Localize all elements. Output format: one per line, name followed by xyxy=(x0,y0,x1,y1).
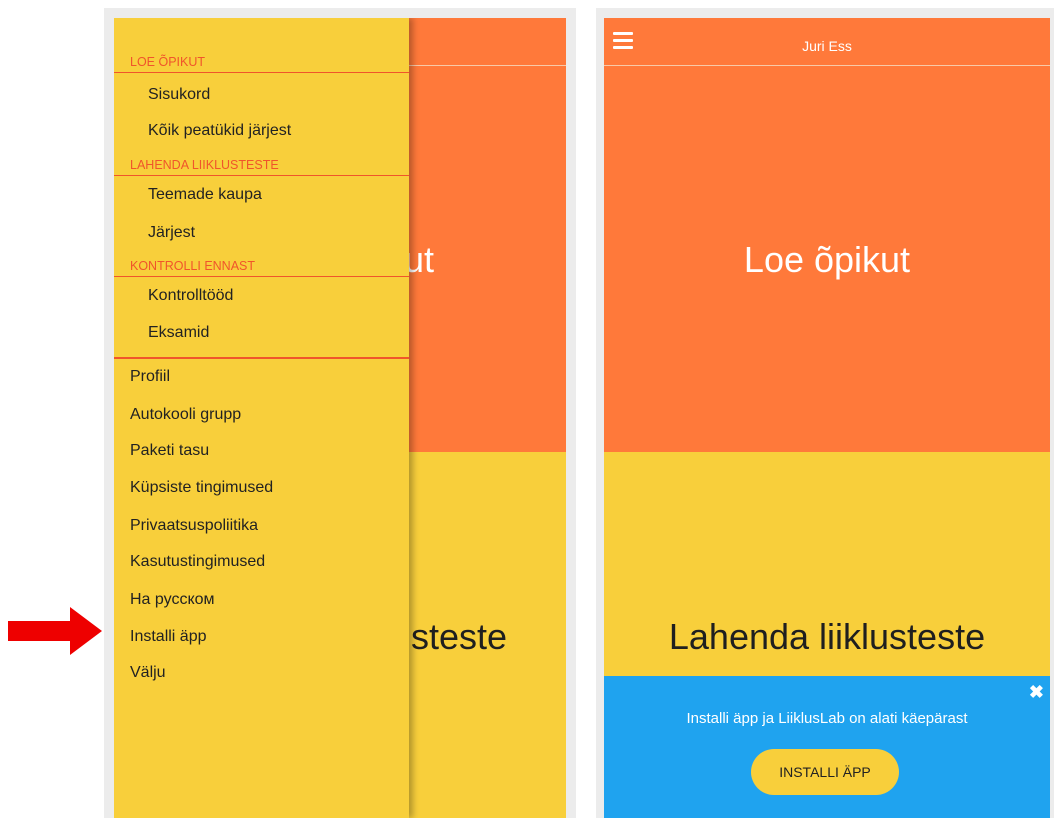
navigation-drawer: LOE ÕPIKUT Sisukord Kõik peatükid järjes… xyxy=(114,18,409,818)
menu-item-cookie-terms[interactable]: Küpsiste tingimused xyxy=(130,479,273,497)
red-arrow-icon xyxy=(8,607,102,655)
screenshot-root: ut steste LOE ÕPIKUT Sisukord Kõik peatü… xyxy=(0,0,1054,818)
install-app-button[interactable]: INSTALLI ÄPP xyxy=(751,749,899,795)
section-header-check: KONTROLLI ENNAST xyxy=(114,255,409,277)
menu-item-terms-of-use[interactable]: Kasutustingimused xyxy=(130,553,265,571)
menu-item-tests[interactable]: Kontrolltööd xyxy=(148,287,233,305)
solve-tests-title: Lahenda liiklusteste xyxy=(668,616,986,657)
drawer-divider xyxy=(114,357,409,359)
left-phone-frame: ut steste LOE ÕPIKUT Sisukord Kõik peatü… xyxy=(104,8,576,818)
read-textbook-title: Loe õpikut xyxy=(743,239,911,280)
menu-item-driving-school-group[interactable]: Autokooli grupp xyxy=(130,406,241,424)
left-phone-screen: ut steste LOE ÕPIKUT Sisukord Kõik peatü… xyxy=(114,18,566,818)
menu-item-all-chapters[interactable]: Kõik peatükid järjest xyxy=(148,122,291,140)
read-textbook-tile[interactable]: Juri Ess Loe õpikut xyxy=(604,18,1050,452)
menu-item-in-order[interactable]: Järjest xyxy=(148,224,195,242)
solve-tests-title-partial: steste xyxy=(411,616,508,657)
menu-item-by-topic[interactable]: Teemade kaupa xyxy=(148,186,262,204)
menu-item-sisukord[interactable]: Sisukord xyxy=(148,86,210,104)
menu-item-russian-language[interactable]: На русском xyxy=(130,591,215,609)
menu-item-profile[interactable]: Profiil xyxy=(130,368,170,386)
right-phone-frame: Juri Ess Loe õpikut Lahenda liiklusteste… xyxy=(596,8,1054,818)
install-app-banner: ✖ Installi äpp ja LiiklusLab on alati kä… xyxy=(604,676,1050,818)
header-divider xyxy=(604,65,1050,66)
install-banner-text: Installi äpp ja LiiklusLab on alati käep… xyxy=(686,710,968,727)
close-icon[interactable]: ✖ xyxy=(1029,683,1044,701)
menu-item-exams[interactable]: Eksamid xyxy=(148,324,209,342)
user-name: Juri Ess xyxy=(802,38,852,54)
menu-item-install-app[interactable]: Installi äpp xyxy=(130,628,207,646)
menu-item-privacy-policy[interactable]: Privaatsuspoliitika xyxy=(130,517,258,535)
section-header-tests: LAHENDA LIIKLUSTESTE xyxy=(114,154,409,176)
menu-item-package-fee[interactable]: Paketi tasu xyxy=(130,442,209,460)
section-header-read: LOE ÕPIKUT xyxy=(114,51,409,73)
right-phone-screen: Juri Ess Loe õpikut Lahenda liiklusteste… xyxy=(604,18,1050,818)
menu-item-logout[interactable]: Välju xyxy=(130,664,166,682)
